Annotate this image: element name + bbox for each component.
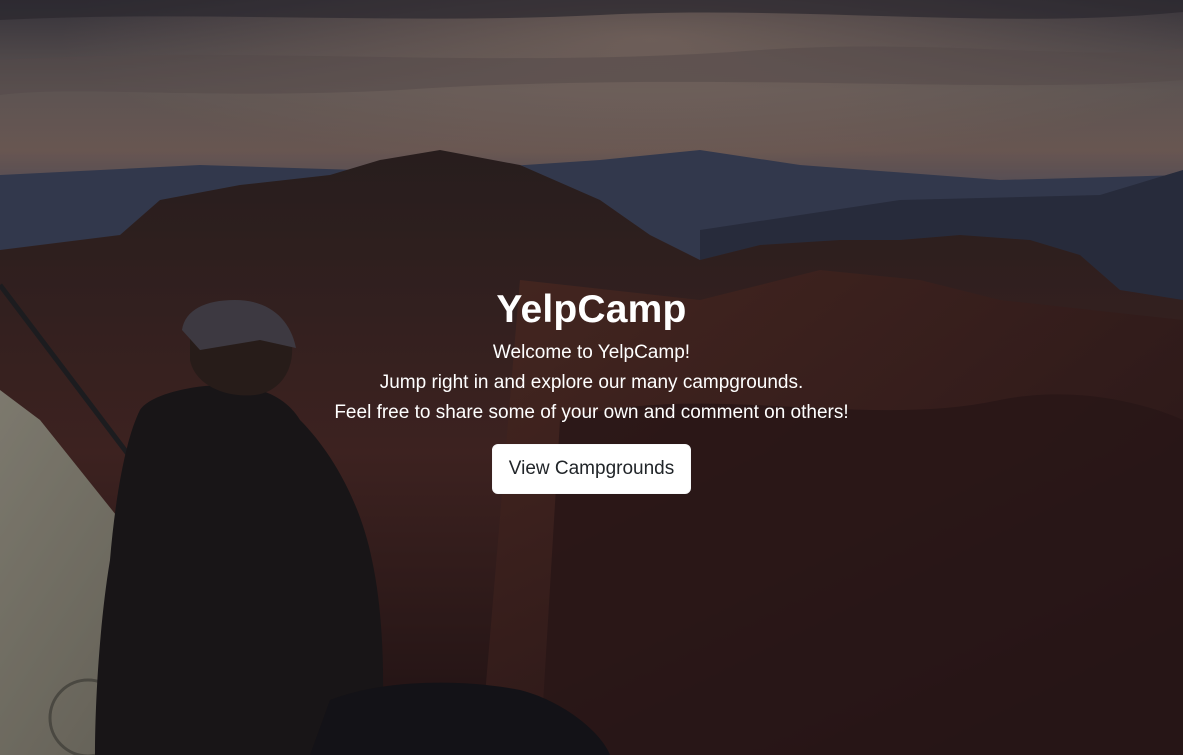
welcome-line: Welcome to YelpCamp! (492, 342, 691, 363)
share-line: Feel free to share some of your own and … (334, 402, 849, 423)
page-title: YelpCamp (496, 288, 687, 331)
view-campgrounds-button[interactable]: View Campgrounds (491, 444, 692, 494)
hero-description: Welcome to YelpCamp! Jump right in and e… (334, 338, 848, 428)
explore-line: Jump right in and explore our many campg… (379, 372, 804, 393)
hero-content: YelpCamp Welcome to YelpCamp! Jump right… (0, 0, 1183, 755)
